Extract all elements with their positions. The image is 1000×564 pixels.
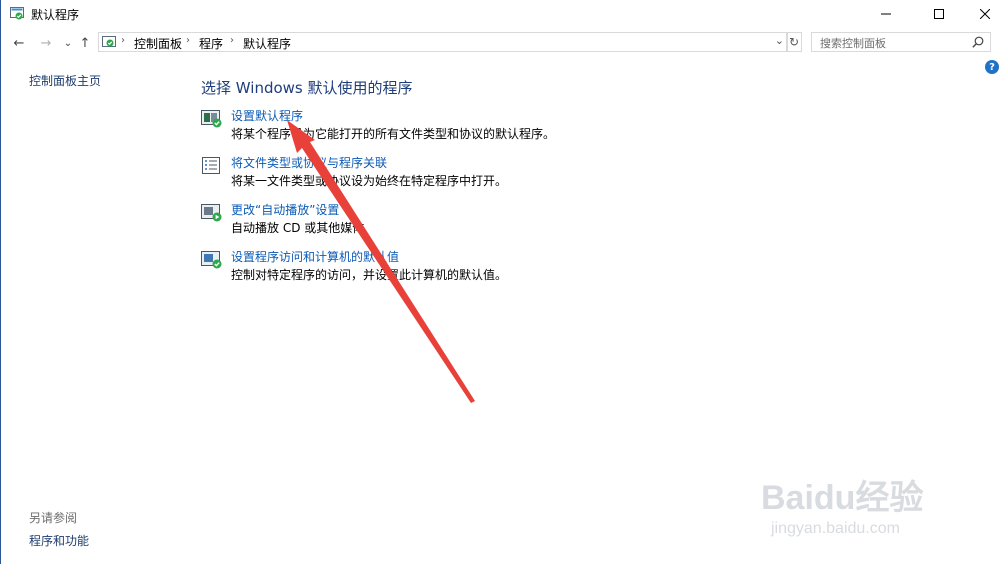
autoplay-icon [201,204,222,222]
item-description: 将某个程序设为它能打开的所有文件类型和协议的默认程序。 [231,127,556,141]
window: 默认程序 ← → ⌄ ↑ › 控制面板 › 程序 › 默认程序 ⌄ ↻ 搜索控制… [0,0,1000,564]
control-panel-home-link[interactable]: 控制面板主页 [29,72,101,89]
autoplay-settings-link[interactable]: 更改“自动播放”设置 [231,201,339,218]
item-description: 将某一文件类型或协议设为始终在特定程序中打开。 [231,174,508,188]
file-association-icon [202,157,220,174]
minimize-button[interactable] [863,0,909,28]
list-item: 将文件类型或协议与程序关联 将某一文件类型或协议设为始终在特定程序中打开。 [201,154,701,194]
address-dropdown-icon[interactable]: ⌄ [775,34,784,47]
recent-locations-icon[interactable]: ⌄ [59,34,77,52]
refresh-button[interactable]: ↻ [786,32,802,52]
maximize-button[interactable] [916,0,962,28]
breadcrumb-separator-icon: › [186,35,190,46]
navigation-bar: ← → ⌄ ↑ › 控制面板 › 程序 › 默认程序 ⌄ ↻ 搜索控制面板 [1,30,1000,56]
page-title: 选择 Windows 默认使用的程序 [201,79,413,97]
see-also-label: 另请参阅 [29,511,78,525]
set-default-programs-link[interactable]: 设置默认程序 [231,107,303,124]
watermark-url: jingyan.baidu.com [771,520,900,537]
maximize-icon [934,9,944,19]
search-input[interactable]: 搜索控制面板 [811,32,991,52]
forward-icon[interactable]: → [37,34,55,52]
file-association-link[interactable]: 将文件类型或协议与程序关联 [231,154,387,171]
breadcrumb-separator-icon: › [121,35,125,46]
search-placeholder: 搜索控制面板 [820,37,886,50]
control-panel-icon [102,36,116,47]
refresh-icon: ↻ [788,35,800,49]
watermark-logo: Baidu经验 [761,479,924,517]
search-icon[interactable] [972,36,984,48]
window-title: 默认程序 [31,8,80,22]
program-access-defaults-link[interactable]: 设置程序访问和计算机的默认值 [231,248,399,265]
item-description: 自动播放 CD 或其他媒体 [231,221,365,235]
address-bar[interactable]: › 控制面板 › 程序 › 默认程序 ⌄ [98,32,788,52]
close-icon [980,9,990,19]
title-bar[interactable]: 默认程序 [1,0,1000,28]
list-item: 设置程序访问和计算机的默认值 控制对特定程序的访问，并设置此计算机的默认值。 [201,248,701,288]
list-item: 更改“自动播放”设置 自动播放 CD 或其他媒体 [201,201,701,241]
breadcrumb-separator-icon: › [230,35,234,46]
list-item: 设置默认程序 将某个程序设为它能打开的所有文件类型和协议的默认程序。 [201,107,701,147]
breadcrumb-default-programs[interactable]: 默认程序 [243,35,291,52]
back-icon[interactable]: ← [10,34,28,52]
programs-and-features-link[interactable]: 程序和功能 [29,532,89,549]
item-description: 控制对特定程序的访问，并设置此计算机的默认值。 [231,268,508,282]
breadcrumb-control-panel[interactable]: 控制面板 [134,35,182,52]
program-access-icon [201,251,222,269]
minimize-icon [881,13,891,15]
default-programs-icon [10,7,24,20]
up-icon[interactable]: ↑ [76,34,94,52]
close-button[interactable] [962,0,1000,28]
breadcrumb-programs[interactable]: 程序 [199,35,223,52]
watermark: Baidu经验 jingyan.baidu.com [761,470,991,560]
help-icon[interactable]: ? [985,60,999,74]
set-default-programs-icon [201,110,222,128]
